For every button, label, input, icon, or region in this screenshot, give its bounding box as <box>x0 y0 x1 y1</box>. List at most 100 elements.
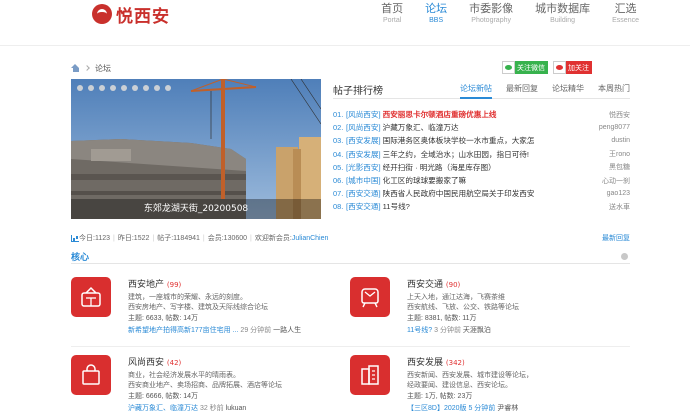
newest-member-link[interactable]: JulianChien <box>292 235 329 242</box>
ranking-user-link[interactable]: 王rono <box>580 149 630 159</box>
tab-essence[interactable]: 论坛精华 <box>552 83 584 99</box>
last-post-link[interactable]: 【三区8D】2020版 5 分钟前 <box>407 405 495 412</box>
tab-new-posts[interactable]: 论坛新帖 <box>460 83 492 99</box>
ranking-category-link[interactable]: [西安交通] <box>346 201 381 212</box>
slide-dot[interactable] <box>143 85 149 91</box>
ranking-user-link[interactable]: gao123 <box>580 190 630 197</box>
slide-dot[interactable] <box>132 85 138 91</box>
slide-dot[interactable] <box>88 85 94 91</box>
slide-pagination <box>77 85 171 91</box>
list-item: 01. [风尚西安] 西安丽思卡尔顿酒店重磅优惠上线 悦西安 <box>333 109 630 120</box>
forum-stats: 主题: 6666, 帖数: 14万 <box>128 393 199 400</box>
last-post-user[interactable]: 尹睿林 <box>497 405 518 412</box>
last-post-link[interactable]: 沪藏万象汇、临潼万达 <box>128 405 198 412</box>
ranking-category-link[interactable]: [西安发展] <box>346 135 381 146</box>
breadcrumb-current[interactable]: 论坛 <box>95 63 111 74</box>
ranking-user-link[interactable]: 心动一刹 <box>580 176 630 186</box>
forum-description: 上天入地，通江达海，飞赛茶维 <box>407 294 505 301</box>
follow-weibo-button[interactable]: 加关注 <box>553 61 592 74</box>
last-post-user[interactable]: lukuan <box>226 405 247 412</box>
slide-dot[interactable] <box>154 85 160 91</box>
forum-name-link[interactable]: 西安交通 <box>407 280 443 290</box>
ranking-title-link[interactable]: 11号线? <box>383 201 576 212</box>
ranking-user-link[interactable]: 悦西安 <box>580 110 630 120</box>
nav-item-essence[interactable]: 汇选 Essence <box>601 1 650 26</box>
ranking-user-link[interactable]: 黑包糖 <box>580 162 630 172</box>
tab-latest-replies[interactable]: 最新回复 <box>506 83 538 99</box>
main-nav: 首页 Portal 论坛 BBS 市委影像 Photography 城市数据库 … <box>370 1 650 26</box>
post-ranking-panel: 帖子排行榜 论坛新帖 最新回复 论坛精华 本周热门 01. [风尚西安] 西安丽… <box>333 79 630 221</box>
tab-weekly-hot[interactable]: 本周热门 <box>598 83 630 99</box>
forum-last-post: 新希望地产拍得高新177亩住宅用 ... 29 分钟前 一路人生 <box>128 327 302 334</box>
last-post-link[interactable]: 11号线? <box>407 327 432 334</box>
ranking-category-link[interactable]: [西安发展] <box>346 149 381 160</box>
last-post-user[interactable]: 一路人生 <box>273 327 301 334</box>
bar-chart-icon <box>71 234 79 242</box>
site-header: 悦西安 首页 Portal 论坛 BBS 市委影像 Photography 城市… <box>0 0 690 46</box>
nav-item-portal[interactable]: 首页 Portal <box>370 1 414 26</box>
forum-last-post: 11号线? 3 分钟前 天涯飘泊 <box>407 327 491 334</box>
forum-name-link[interactable]: 西安发展 <box>407 358 443 368</box>
forum-stats: 主题: 6633, 帖数: 14万 <box>128 315 199 322</box>
forum-icon-link[interactable] <box>71 277 111 317</box>
stat-posts: 1184941 <box>173 234 200 242</box>
ranking-category-link[interactable]: [风尚西安] <box>346 122 381 133</box>
forum-description: 西安新闻、西安发展、城市建设等论坛， <box>407 372 533 379</box>
ranking-user-link[interactable]: peng8077 <box>580 124 630 131</box>
building-icon <box>81 286 101 307</box>
featured-slideshow[interactable]: 东郊龙湖天街_20200508 <box>71 79 321 219</box>
forum-card-real-estate: 西安地产 (99) 建筑，一座城市的荣耀、永远的刻度。 西安房地产、写字楼、建筑… <box>71 277 341 347</box>
ranking-category-link[interactable]: [西安交通] <box>346 188 381 199</box>
ranking-title-link[interactable]: 经开扫街 · 明光路（海星库存图） <box>383 162 576 173</box>
forum-description: 经政要闻、建设信息、西安论坛。 <box>407 381 512 389</box>
slide-dot[interactable] <box>121 85 127 91</box>
ranking-category-link[interactable]: [光影西安] <box>346 162 381 173</box>
forum-stats: 主题: 1万, 帖数: 23万 <box>407 393 473 400</box>
city-icon <box>361 365 379 385</box>
forum-description: 商业，社会经济发展水平的晴雨表。 <box>128 372 240 379</box>
slide-dot[interactable] <box>110 85 116 91</box>
forum-name-link[interactable]: 西安地产 <box>128 280 164 290</box>
ranking-header: 帖子排行榜 论坛新帖 最新回复 论坛精华 本周热门 <box>333 79 630 99</box>
ranking-category-link[interactable]: [城市中国] <box>346 175 381 186</box>
stat-members: 130600 <box>223 234 248 242</box>
list-item: 08. [西安交通] 11号线? 送水車 <box>333 201 630 212</box>
last-post-user[interactable]: 天涯飘泊 <box>463 327 491 334</box>
forum-new-count: (42) <box>166 359 182 367</box>
nav-item-bbs[interactable]: 论坛 BBS <box>414 1 458 26</box>
forum-icon-link[interactable] <box>350 277 390 317</box>
wechat-icon <box>502 61 515 74</box>
last-post-link[interactable]: 新希望地产拍得高新177亩住宅用 ... <box>128 327 238 334</box>
forum-card-transport: 西安交通 (90) 上天入地，通江达海，飞赛茶维 西安航线、飞放、公交、铁路等论… <box>350 277 620 347</box>
ranking-category-link[interactable]: [风尚西安] <box>346 109 381 120</box>
nav-item-photography[interactable]: 市委影像 Photography <box>458 1 524 26</box>
ranking-title-link[interactable]: 三年之约，全域治水；山水田园，指日可待! <box>383 149 576 160</box>
ranking-title-link[interactable]: 化工区的球球要搬家了嘛 <box>383 175 576 186</box>
collapse-icon[interactable] <box>621 253 628 260</box>
slide-caption[interactable]: 东郊龙湖天街_20200508 <box>71 199 321 219</box>
ranking-user-link[interactable]: 送水車 <box>580 202 630 212</box>
forum-new-count: (90) <box>445 281 461 289</box>
ranking-title-link[interactable]: 国际港务区奥体板块学校一水市重点，大家怎 <box>383 135 576 146</box>
weibo-icon <box>553 61 566 74</box>
ranking-user-link[interactable]: dustin <box>580 137 630 144</box>
follow-wechat-button[interactable]: 关注微信 <box>502 61 548 74</box>
site-logo[interactable]: 悦西安 <box>92 4 170 27</box>
nav-item-building[interactable]: 城市数据库 Building <box>524 1 601 26</box>
section-title: 核心 <box>71 253 90 263</box>
ranking-title-link[interactable]: 西安丽思卡尔顿酒店重磅优惠上线 <box>383 109 576 120</box>
logo-text: 悦西安 <box>116 6 170 27</box>
slide-dot[interactable] <box>165 85 171 91</box>
slide-dot[interactable] <box>99 85 105 91</box>
ranking-title-link[interactable]: 沪藏万象汇、临潼万达 <box>383 122 576 133</box>
forum-name-link[interactable]: 风尚西安 <box>128 358 164 368</box>
home-icon[interactable] <box>71 64 80 72</box>
forum-icon-link[interactable] <box>71 355 111 395</box>
slide-dot[interactable] <box>77 85 83 91</box>
forum-description: 西安航线、飞放、公交、铁路等论坛 <box>407 303 519 311</box>
list-item: 06. [城市中国] 化工区的球球要搬家了嘛 心动一刹 <box>333 175 630 186</box>
forum-last-post: 沪藏万象汇、临潼万达 32 秒前 lukuan <box>128 405 247 412</box>
forum-icon-link[interactable] <box>350 355 390 395</box>
ranking-title-link[interactable]: 陕西省人民政府中国民用航空局关于印发西安 <box>383 188 576 199</box>
latest-reply-link[interactable]: 最新回复 <box>602 233 630 243</box>
